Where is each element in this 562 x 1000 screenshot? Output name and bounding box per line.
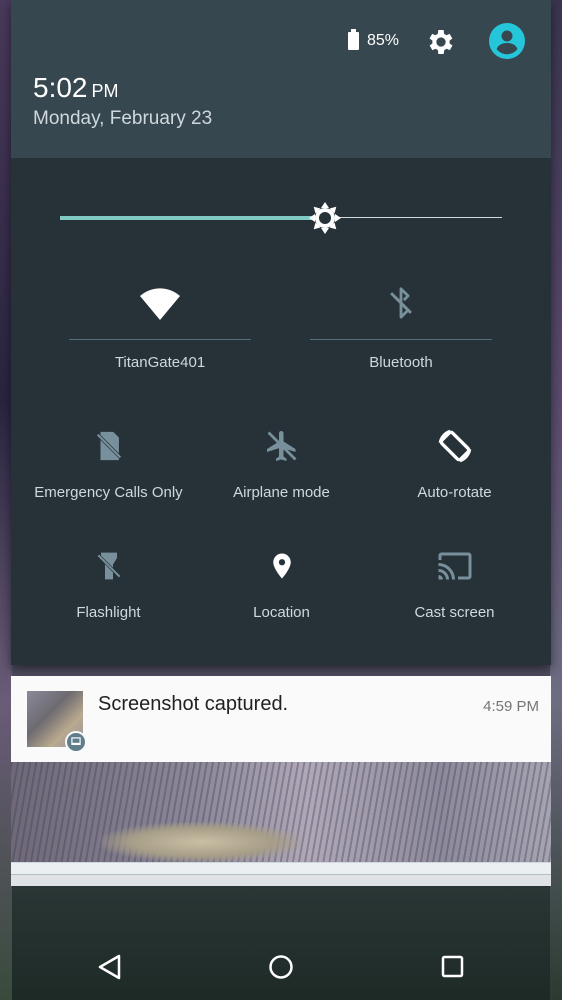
bluetooth-off-icon [390,287,412,319]
image-icon [65,731,87,753]
tile-bluetooth-label: Bluetooth [369,354,433,371]
notification-time: 4:59 PM [483,698,539,715]
wallpaper-right [550,0,562,1000]
navigation-bar [0,932,562,1000]
wifi-icon [140,288,180,320]
battery-icon [348,29,359,50]
date-label: Monday, February 23 [33,108,213,129]
notification-stack-edge [11,862,551,874]
cast-icon [438,552,471,580]
rotate-icon [438,429,471,463]
quick-settings-header: 85% 5:02 PM Monday, February 23 [11,0,551,158]
bluetooth-divider [310,339,492,340]
tile-airplane-label: Airplane mode [233,484,330,501]
flashlight-off-icon [95,552,122,580]
screenshot-preview[interactable] [11,762,551,862]
quick-settings-panel: 85% 5:02 PM Monday, February 23 TitanGat… [11,0,551,665]
wifi-divider [69,339,251,340]
clock-time: 5:02 PM [33,72,119,104]
tile-bluetooth[interactable] [310,284,492,322]
tile-cast-label: Cast screen [414,604,495,621]
sim-card-off-icon [94,431,123,461]
notification-stack-edge [11,874,551,886]
brightness-fill [60,216,326,220]
battery-percentage: 85% [367,32,400,49]
tile-sim[interactable]: Emergency Calls Only [21,428,196,501]
time-value: 5:02 [33,72,88,103]
tile-flashlight-label: Flashlight [76,604,141,621]
tile-cast[interactable]: Cast screen [367,548,542,621]
preview-texture [101,822,301,862]
tile-airplane[interactable]: Airplane mode [194,428,369,501]
brightness-thumb-icon[interactable] [307,200,343,236]
location-pin-icon [272,553,291,579]
tile-wifi-label-wrap: TitanGate401 [69,354,251,371]
account-icon[interactable] [488,22,526,60]
tile-location-label: Location [253,604,310,621]
tile-bluetooth-label-wrap: Bluetooth [310,354,492,371]
tile-autorotate-label: Auto-rotate [417,484,492,501]
notification-screenshot[interactable]: Screenshot captured. 4:59 PM [11,676,551,762]
tile-sim-label: Emergency Calls Only [34,484,183,501]
home-circle-icon[interactable] [266,952,296,982]
gear-icon[interactable] [425,26,457,58]
battery-status: 85% [348,29,400,50]
back-triangle-icon[interactable] [95,952,125,982]
recents-square-icon[interactable] [438,952,468,982]
time-ampm: PM [91,81,119,101]
tile-wifi-label: TitanGate401 [114,354,206,371]
tile-location[interactable]: Location [194,548,369,621]
brightness-slider[interactable] [60,202,502,234]
airplane-off-icon [266,431,296,461]
tile-flashlight[interactable]: Flashlight [21,548,196,621]
tile-autorotate[interactable]: Auto-rotate [367,426,542,501]
notification-title: Screenshot captured. [98,693,289,715]
tile-wifi[interactable] [69,282,251,322]
